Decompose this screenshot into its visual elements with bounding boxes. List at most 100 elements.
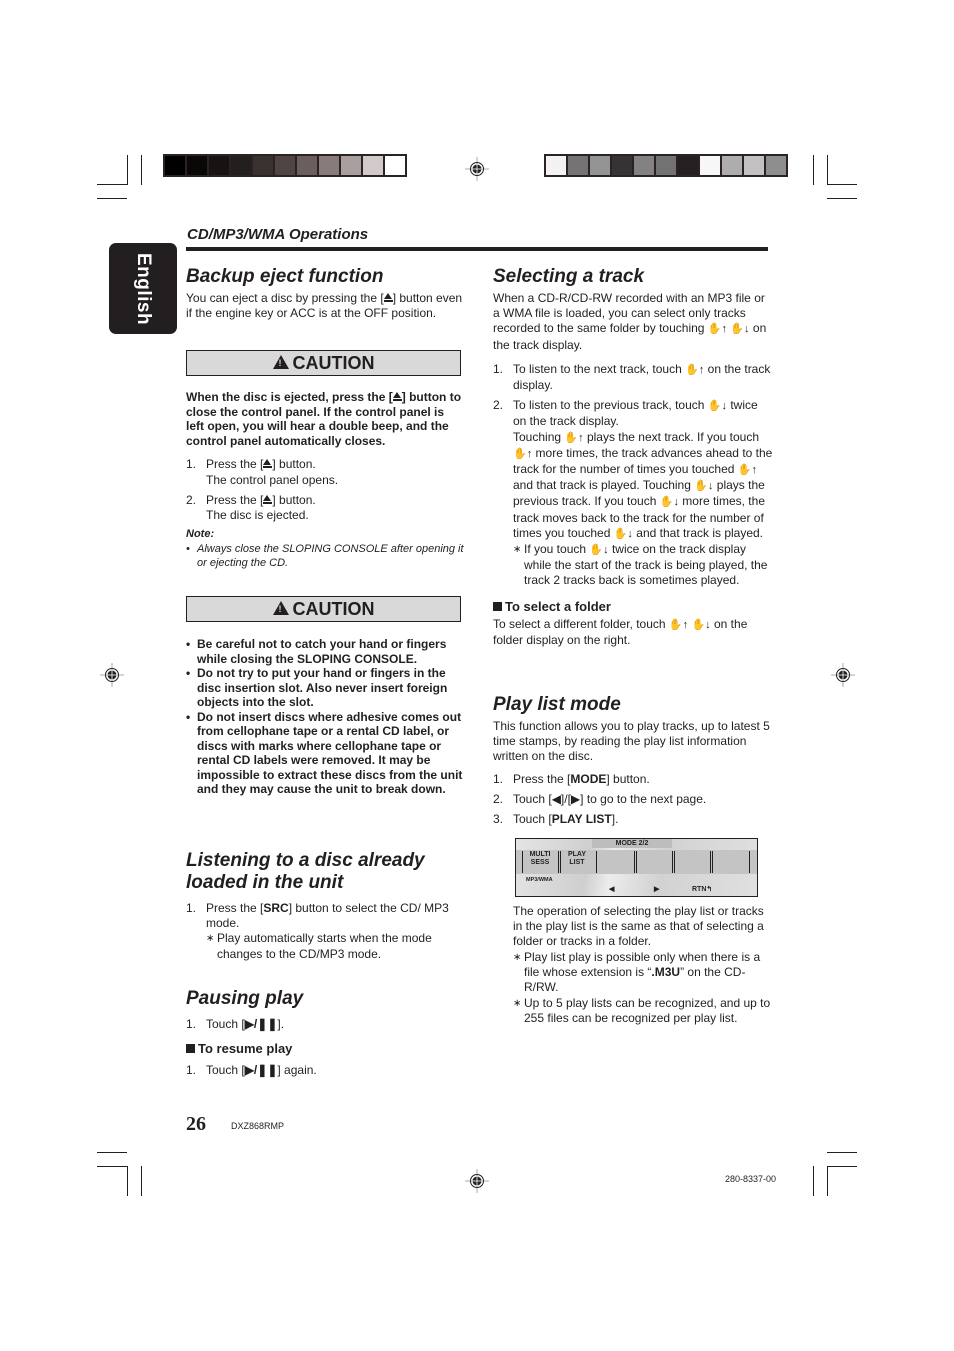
step-item: 1. Touch [▶/❚❚]. <box>186 1017 285 1031</box>
track-up-icon: ✋↑ <box>737 464 757 477</box>
track-down-icon: ✋↓ <box>659 496 679 509</box>
color-swatch <box>700 156 720 175</box>
divider <box>672 851 673 873</box>
color-swatch <box>722 156 742 175</box>
step-item: 2. To listen to the previous track, touc… <box>493 398 773 588</box>
warning-triangle-icon <box>272 601 289 615</box>
selecting-intro: When a CD-R/CD-RW recorded with an MP3 f… <box>493 291 767 352</box>
color-swatch <box>253 156 273 175</box>
color-swatch <box>385 156 405 175</box>
asterisk-note: ∗ Play automatically starts when the mode… <box>206 931 432 961</box>
language-tab: English <box>109 243 177 334</box>
registration-mark-icon <box>100 663 124 687</box>
crop-mark <box>127 1166 128 1196</box>
color-swatch <box>165 156 185 175</box>
color-swatch <box>546 156 566 175</box>
eject-icon <box>392 392 402 401</box>
color-swatch <box>319 156 339 175</box>
caution-banner: CAUTION <box>186 350 461 376</box>
step-item: 3. Touch [PLAY LIST]. <box>493 812 619 827</box>
document-code: 280-8337-00 <box>725 1174 777 1184</box>
resume-subheading: To resume play <box>186 1041 464 1056</box>
caution-eject-text: When the disc is ejected, press the [] b… <box>186 390 464 571</box>
crop-mark <box>827 198 857 199</box>
pausing-heading: Pausing play <box>186 988 304 1009</box>
mode-indicator: MODE 2/2 <box>592 839 672 848</box>
track-down-icon: ✋↓ <box>707 400 727 413</box>
section-title: CD/MP3/WMA Operations <box>187 226 369 243</box>
crop-mark <box>97 184 127 185</box>
crop-mark <box>813 1166 814 1196</box>
step-item: 1. Press the [MODE] button. <box>493 771 650 786</box>
divider <box>636 851 637 873</box>
caution-paragraph: When the disc is ejected, press the [] b… <box>186 390 462 448</box>
multi-session-button[interactable]: MULTI SESS <box>526 851 554 867</box>
track-down-icon: ✋↓ <box>694 480 714 493</box>
backup-eject-intro: You can eject a disc by pressing the [] … <box>186 291 463 321</box>
color-swatch <box>297 156 317 175</box>
registration-mark-icon <box>465 157 489 181</box>
color-swatch <box>656 156 676 175</box>
step-item: 1. Press the [] button. The control pane… <box>186 457 339 487</box>
playlist-notes: The operation of selecting the play list… <box>513 904 773 1027</box>
asterisk-note: ∗ Up to 5 play lists can be recognized, … <box>513 996 771 1026</box>
color-swatch <box>187 156 207 175</box>
track-up-icon: ✋↑ <box>707 323 728 336</box>
play-pause-icon: ▶/❚❚ <box>244 1017 278 1031</box>
crop-mark <box>97 1166 127 1167</box>
color-swatch <box>568 156 588 175</box>
return-button[interactable]: RTN↰ <box>692 885 712 893</box>
color-swatch <box>766 156 786 175</box>
listening-section: Listening to a disc already loaded in th… <box>186 850 464 962</box>
step-item: 2. Press the [] button. The disc is ejec… <box>186 492 316 522</box>
warning-triangle-icon <box>272 355 289 369</box>
registration-mark-icon <box>465 1169 489 1193</box>
divider <box>712 851 713 873</box>
crop-mark <box>827 1166 857 1167</box>
pausing-section: Pausing play 1. Touch [▶/❚❚]. To resume … <box>186 988 464 1079</box>
caution-list: • Be careful not to catch your hand or fi… <box>186 637 464 797</box>
color-swatch <box>590 156 610 175</box>
caution-bullet: • Be careful not to catch your hand or fi… <box>186 637 447 666</box>
crop-mark <box>127 155 128 185</box>
playlist-section: Play list mode This function allows you … <box>493 694 773 827</box>
step-item: 1. Press the [SRC] button to select the … <box>186 901 464 962</box>
divider <box>558 851 559 873</box>
page-number: 26 <box>186 1113 206 1135</box>
color-swatch <box>363 156 383 175</box>
play-list-button[interactable]: PLAY LIST <box>564 851 590 867</box>
playlist-intro: This function allows you to play tracks,… <box>493 719 770 764</box>
color-swatch <box>209 156 229 175</box>
selecting-heading: Selecting a track <box>493 266 645 287</box>
square-bullet-icon <box>493 601 502 611</box>
model-number: DXZ868RMP <box>231 1121 285 1131</box>
step-item: 1. Touch [▶/❚❚] again. <box>186 1063 317 1078</box>
color-swatch <box>275 156 295 175</box>
caution-banner: CAUTION <box>186 596 461 622</box>
header-rule <box>186 247 768 251</box>
eject-icon <box>263 459 273 469</box>
caution-bullet: • Do not try to put your hand or fingers … <box>186 666 448 709</box>
crop-mark <box>827 1152 857 1153</box>
color-swatch <box>612 156 632 175</box>
divider <box>596 851 597 873</box>
color-swatch <box>744 156 764 175</box>
color-swatch <box>678 156 698 175</box>
track-up-icon: ✋↑ <box>668 618 689 631</box>
track-up-icon: ✋↑ <box>685 363 705 376</box>
next-page-button[interactable]: ▶ <box>654 885 659 893</box>
track-down-icon: ✋↓ <box>691 618 711 631</box>
playlist-heading: Play list mode <box>493 694 621 715</box>
prev-page-button[interactable]: ◀ <box>609 885 614 893</box>
mp3-wma-toggle[interactable]: MP3/WMA <box>526 877 553 883</box>
square-bullet-icon <box>186 1044 195 1054</box>
display-screen-illustration: MODE 2/2 MULTI SESS PLAY LIST MP3/WMA ◀ ▶ … <box>515 838 758 897</box>
divider <box>634 851 635 873</box>
track-down-icon: ✋↓ <box>613 527 633 540</box>
crop-mark <box>813 155 814 185</box>
note-item: • Always close the SLOPING CONSOLE after… <box>186 542 464 570</box>
color-swatch <box>231 156 251 175</box>
track-down-icon: ✋↓ <box>589 544 609 557</box>
crop-mark <box>827 155 828 185</box>
note-label: Note: <box>186 528 215 541</box>
